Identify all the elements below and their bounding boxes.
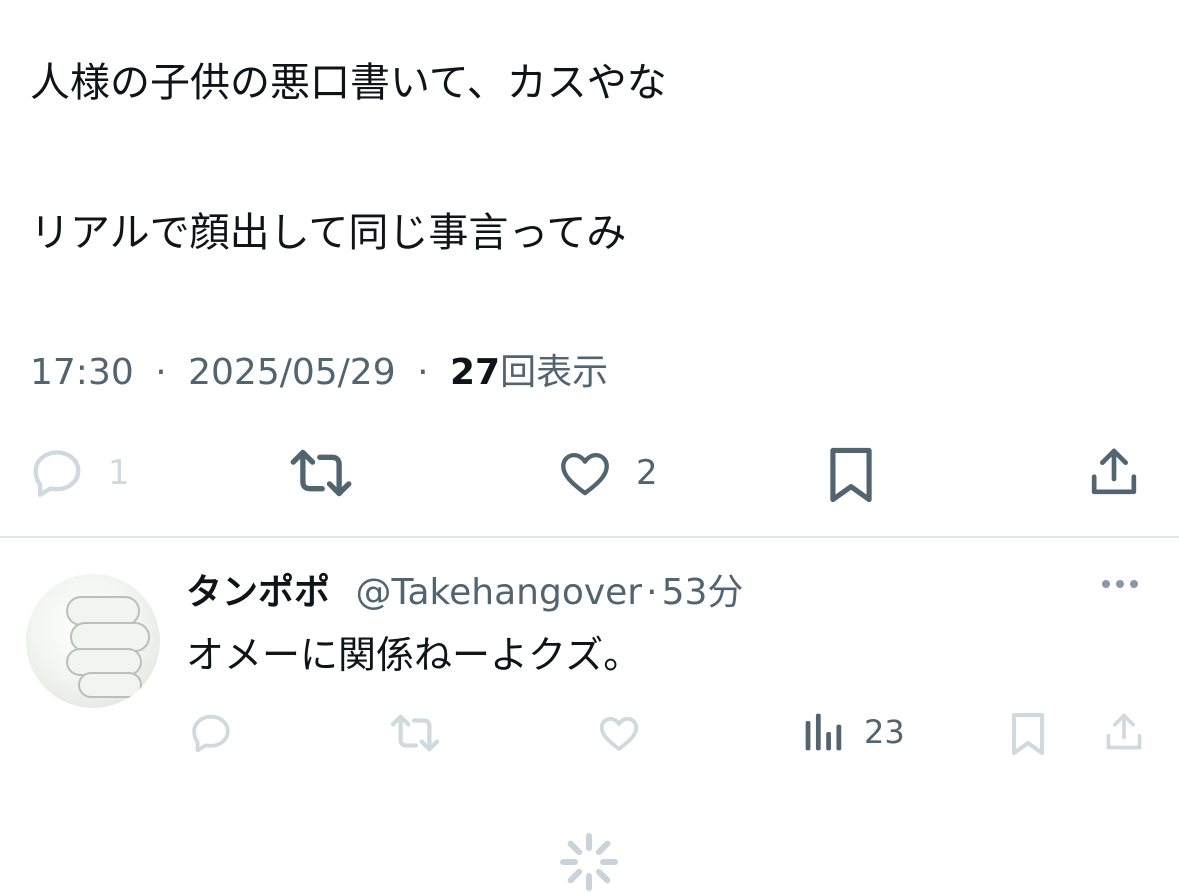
heart-icon (599, 716, 639, 751)
share-icon (1106, 713, 1142, 750)
bookmark-icon (830, 447, 872, 503)
reply-share-button[interactable] (1102, 710, 1146, 754)
bookmark-button[interactable] (824, 444, 878, 506)
reply-count: 1 (108, 453, 130, 493)
reply-author-handle[interactable]: @Takehangover (355, 572, 642, 613)
more-icon (1102, 580, 1110, 588)
reply-views-button[interactable]: 23 (802, 710, 905, 754)
heart-icon (561, 452, 609, 496)
retweet-icon (390, 714, 440, 752)
views-count[interactable]: 27 (450, 352, 500, 393)
tweet-date[interactable]: 2025/05/29 (188, 352, 396, 393)
reply-icon (33, 450, 81, 497)
reply-retweet-button[interactable] (388, 710, 442, 756)
bookmark-icon (1012, 713, 1044, 755)
loading-spinner-icon (560, 833, 618, 891)
retweet-button[interactable] (286, 444, 356, 502)
more-button[interactable] (1102, 580, 1138, 588)
divider (0, 536, 1179, 538)
reply-text: オメーに関係ねーよクズ。 (186, 633, 642, 677)
reply-bookmark-button[interactable] (1008, 710, 1048, 758)
reply-reply-button[interactable] (188, 710, 234, 756)
more-icon-dot (1130, 580, 1138, 588)
reply-like-button[interactable] (596, 710, 642, 756)
reply-icon (192, 714, 230, 753)
like-count: 2 (636, 453, 658, 493)
views-label[interactable]: 回表示 (500, 352, 608, 393)
reply-separator: · (646, 572, 658, 613)
reply-views-count: 23 (864, 713, 905, 751)
reply-time[interactable]: 53分 (662, 572, 744, 613)
tweet-text-line-1: 人様の子供の悪口書いて、カスやな (30, 60, 667, 106)
tweet-meta: 17:30 · 2025/05/29 · 27回表示 (30, 348, 608, 398)
reply-header: タンポポ @Takehangover · 53分 (186, 568, 743, 618)
views-icon (805, 713, 842, 751)
retweet-icon (290, 449, 352, 497)
avatar[interactable] (26, 574, 160, 708)
tweet-time[interactable]: 17:30 (30, 352, 134, 393)
share-button[interactable] (1086, 444, 1142, 500)
reply-author-name[interactable]: タンポポ (186, 572, 330, 613)
reply-button[interactable]: 1 (28, 444, 130, 502)
tweet-text-line-2: リアルで顔出して同じ事言ってみ (30, 210, 627, 256)
meta-separator: · (155, 352, 167, 393)
meta-separator: · (417, 352, 429, 393)
more-icon-dot (1116, 580, 1124, 588)
share-icon (1091, 448, 1137, 495)
like-button[interactable]: 2 (556, 444, 658, 502)
